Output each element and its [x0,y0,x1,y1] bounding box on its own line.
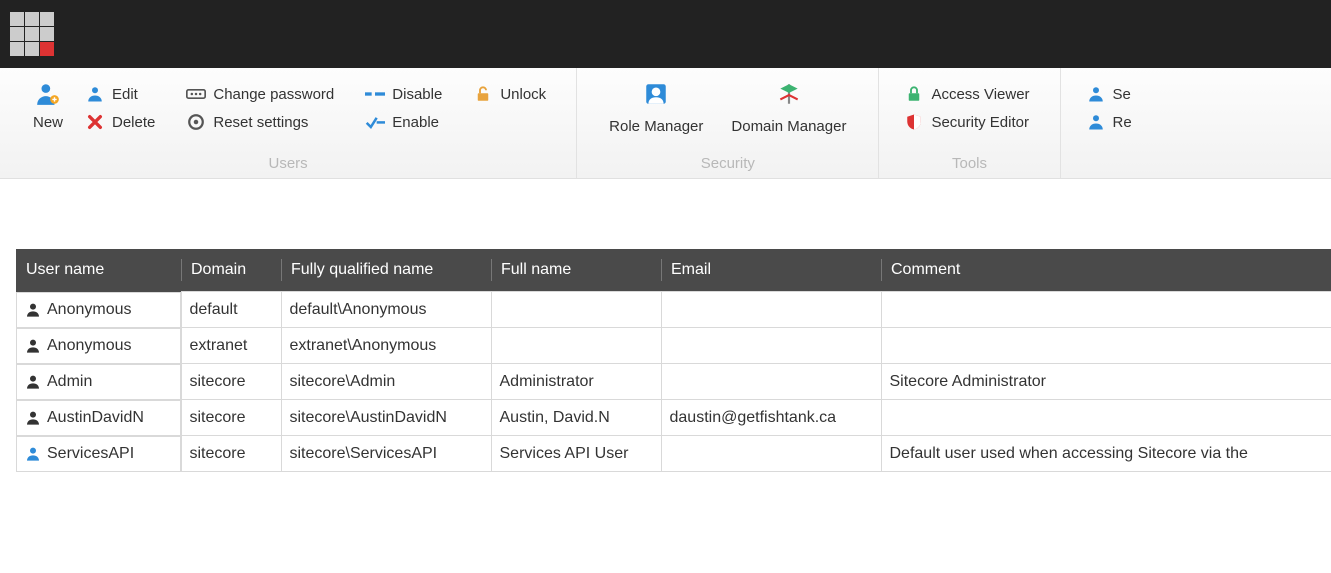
cell-comment: Sitecore Administrator [881,364,1331,400]
cell-comment [881,292,1331,328]
th-domain[interactable]: Domain [181,249,281,292]
group-label-security: Security [595,151,860,178]
cell-comment [881,328,1331,364]
reset-settings-button[interactable]: Reset settings [185,108,346,136]
disable-icon [364,85,386,103]
enable-label: Enable [392,114,439,131]
cell-domain: sitecore [181,364,281,400]
table-row[interactable]: ServicesAPIsitecoresitecore\ServicesAPIS… [16,436,1331,472]
cutoff-label-1: Se [1113,86,1131,103]
ribbon-group-security: Role Manager Domain Manager Security [577,68,879,178]
table-row[interactable]: Anonymousdefaultdefault\Anonymous [16,292,1331,328]
th-comment[interactable]: Comment [881,249,1331,292]
user-add-icon [34,80,62,108]
reset-settings-label: Reset settings [213,114,308,131]
cell-fqn: sitecore\AustinDavidN [281,400,491,436]
role-manager-label: Role Manager [609,118,703,135]
cell-email [661,436,881,472]
user-table-wrap: User name Domain Fully qualified name Fu… [16,249,1331,472]
domain-manager-label: Domain Manager [731,118,846,135]
unlock-button[interactable]: Unlock [472,80,558,108]
delete-label: Delete [112,114,155,131]
th-user-name[interactable]: User name [16,249,181,292]
user-icon [84,85,106,103]
access-viewer-label: Access Viewer [931,86,1029,103]
enable-button[interactable]: Enable [364,108,454,136]
security-editor-label: Security Editor [931,114,1029,131]
delete-button[interactable]: Delete [84,108,167,136]
new-label: New [33,114,63,131]
gear-icon [185,113,207,131]
disable-button[interactable]: Disable [364,80,454,108]
cell-fqn: extranet\Anonymous [281,328,491,364]
cell-fqn: sitecore\ServicesAPI [281,436,491,472]
cell-user-name: Admin [16,364,181,400]
ribbon-group-users: New Edit Delete Change password [0,68,577,178]
change-password-button[interactable]: Change password [185,80,346,108]
group-label-tools: Tools [897,151,1041,178]
cell-full-name: Services API User [491,436,661,472]
ribbon: New Edit Delete Change password [0,68,1331,179]
cell-email [661,328,881,364]
cell-user-name: ServicesAPI [16,436,181,472]
th-email[interactable]: Email [661,249,881,292]
cell-email [661,292,881,328]
new-button[interactable]: New [18,76,78,151]
change-password-label: Change password [213,86,334,103]
group-label-users: Users [18,151,558,178]
user-table: User name Domain Fully qualified name Fu… [16,249,1331,472]
table-header-row: User name Domain Fully qualified name Fu… [16,249,1331,292]
cell-fqn: default\Anonymous [281,292,491,328]
domain-manager-button[interactable]: Domain Manager [717,76,860,151]
ribbon-group-cutoff: Se Re [1061,68,1162,178]
table-row[interactable]: AustinDavidNsitecoresitecore\AustinDavid… [16,400,1331,436]
cell-user-name: Anonymous [16,292,181,328]
cell-user-name: AustinDavidN [16,400,181,436]
edit-button[interactable]: Edit [84,80,167,108]
cell-comment [881,400,1331,436]
cell-domain: extranet [181,328,281,364]
role-manager-icon [642,80,670,108]
domain-manager-icon [775,80,803,108]
cutoff-button-2[interactable]: Re [1085,108,1144,136]
enable-icon [364,113,386,131]
user-blue-icon [1085,113,1107,131]
user-blue-icon [1085,85,1107,103]
security-editor-button[interactable]: Security Editor [903,108,1041,136]
cell-email [661,364,881,400]
role-manager-button[interactable]: Role Manager [595,76,717,151]
cell-domain: default [181,292,281,328]
delete-icon [84,113,106,131]
cell-full-name [491,328,661,364]
ribbon-group-tools: Access Viewer Security Editor Tools [879,68,1060,178]
cell-full-name: Administrator [491,364,661,400]
th-fqn[interactable]: Fully qualified name [281,249,491,292]
disable-label: Disable [392,86,442,103]
cell-fqn: sitecore\Admin [281,364,491,400]
th-full-name[interactable]: Full name [491,249,661,292]
cell-domain: sitecore [181,400,281,436]
shield-icon [903,113,925,131]
cell-full-name: Austin, David.N [491,400,661,436]
unlock-label: Unlock [500,86,546,103]
cell-full-name [491,292,661,328]
cutoff-label-2: Re [1113,114,1132,131]
password-icon [185,85,207,103]
cell-user-name: Anonymous [16,328,181,364]
unlock-icon [472,85,494,103]
cell-comment: Default user used when accessing Sitecor… [881,436,1331,472]
cell-email: daustin@getfishtank.ca [661,400,881,436]
cutoff-button-1[interactable]: Se [1085,80,1144,108]
sitecore-logo-icon[interactable] [10,12,54,56]
access-viewer-button[interactable]: Access Viewer [903,80,1041,108]
table-row[interactable]: Anonymousextranetextranet\Anonymous [16,328,1331,364]
lock-green-icon [903,85,925,103]
top-bar [0,0,1331,68]
edit-label: Edit [112,86,138,103]
cell-domain: sitecore [181,436,281,472]
table-row[interactable]: Adminsitecoresitecore\AdminAdministrator… [16,364,1331,400]
